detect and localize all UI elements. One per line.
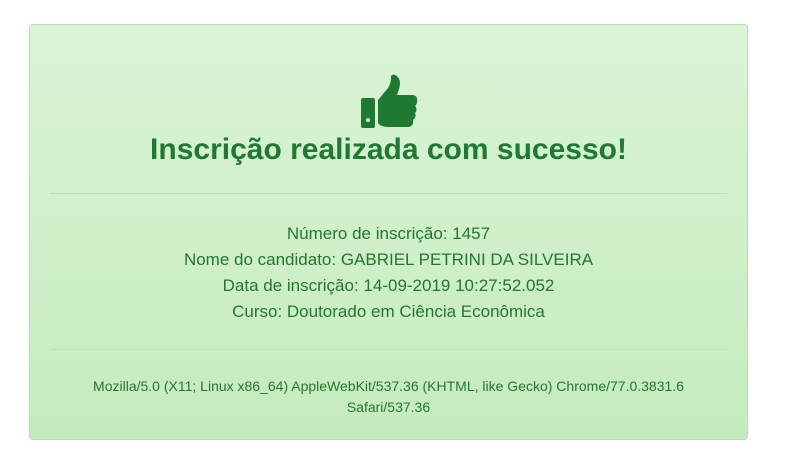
- registration-number: Número de inscrição: 1457: [286, 224, 491, 243]
- registration-details: Número de inscrição: 1457 Nome do candid…: [30, 221, 747, 325]
- success-alert: Inscrição realizada com sucesso! Número …: [29, 24, 748, 440]
- thumbs-up-icon: [30, 74, 747, 130]
- success-heading: Inscrição realizada com sucesso!: [150, 133, 627, 166]
- divider: [50, 193, 727, 194]
- candidate-name: Nome do candidato: GABRIEL PETRINI DA SI…: [183, 250, 594, 269]
- divider: [50, 349, 727, 350]
- course: Curso: Doutorado em Ciência Econômica: [232, 302, 545, 321]
- registration-date: Data de inscrição: 14-09-2019 10:27:52.0…: [222, 276, 555, 295]
- user-agent-text: Mozilla/5.0 (X11; Linux x86_64) AppleWeb…: [93, 378, 684, 415]
